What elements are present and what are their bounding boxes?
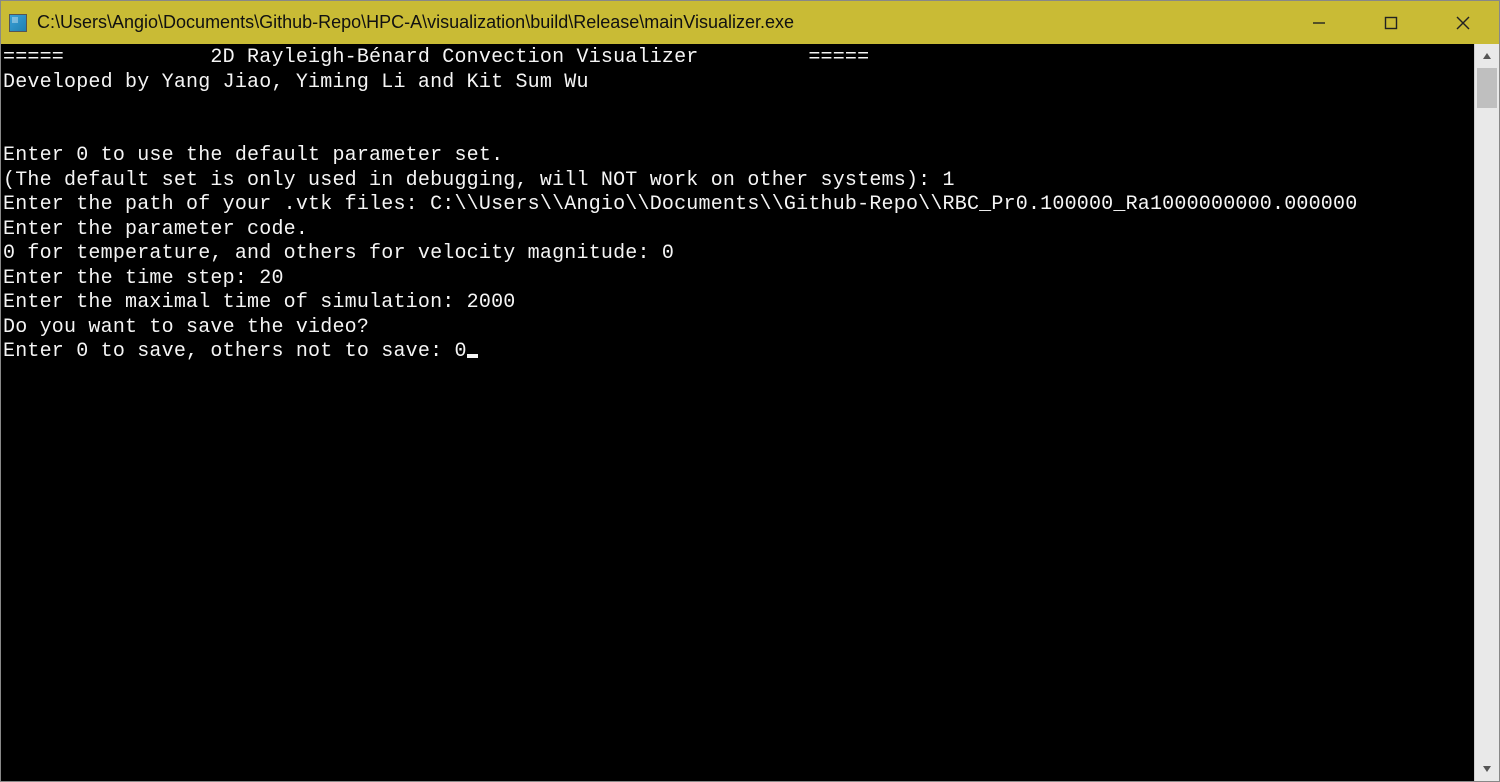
console-line: (The default set is only used in debuggi… — [3, 169, 955, 192]
chevron-down-icon — [1482, 764, 1492, 774]
app-icon — [9, 14, 27, 32]
chevron-up-icon — [1482, 51, 1492, 61]
console-body: ===== 2D Rayleigh-Bénard Convection Visu… — [1, 44, 1499, 781]
console-line: Enter the path of your .vtk files: C:\\U… — [3, 193, 1357, 216]
console-line: Enter 0 to save, others not to save: 0 — [3, 340, 467, 363]
console-line: 0 for temperature, and others for veloci… — [3, 242, 674, 265]
scrollbar-thumb[interactable] — [1477, 68, 1497, 108]
minimize-button[interactable] — [1283, 1, 1355, 44]
window-titlebar[interactable]: C:\Users\Angio\Documents\Github-Repo\HPC… — [1, 1, 1499, 44]
maximize-icon — [1384, 16, 1398, 30]
console-output[interactable]: ===== 2D Rayleigh-Bénard Convection Visu… — [1, 44, 1474, 781]
window-title: C:\Users\Angio\Documents\Github-Repo\HPC… — [37, 12, 1283, 33]
close-icon — [1456, 16, 1470, 30]
scroll-up-button[interactable] — [1475, 44, 1499, 68]
window-controls — [1283, 1, 1499, 44]
text-cursor — [467, 354, 478, 358]
scroll-down-button[interactable] — [1475, 757, 1499, 781]
vertical-scrollbar[interactable] — [1474, 44, 1499, 781]
console-line: Enter the maximal time of simulation: 20… — [3, 291, 515, 314]
console-line: Enter the parameter code. — [3, 218, 308, 241]
console-line: Enter 0 to use the default parameter set… — [3, 144, 503, 167]
close-button[interactable] — [1427, 1, 1499, 44]
console-line: Developed by Yang Jiao, Yiming Li and Ki… — [3, 71, 589, 94]
console-line: ===== 2D Rayleigh-Bénard Convection Visu… — [3, 46, 869, 69]
console-line: Do you want to save the video? — [3, 316, 369, 339]
console-line: Enter the time step: 20 — [3, 267, 284, 290]
maximize-button[interactable] — [1355, 1, 1427, 44]
console-window: C:\Users\Angio\Documents\Github-Repo\HPC… — [0, 0, 1500, 782]
scrollbar-track[interactable] — [1475, 68, 1499, 757]
minimize-icon — [1312, 16, 1326, 30]
